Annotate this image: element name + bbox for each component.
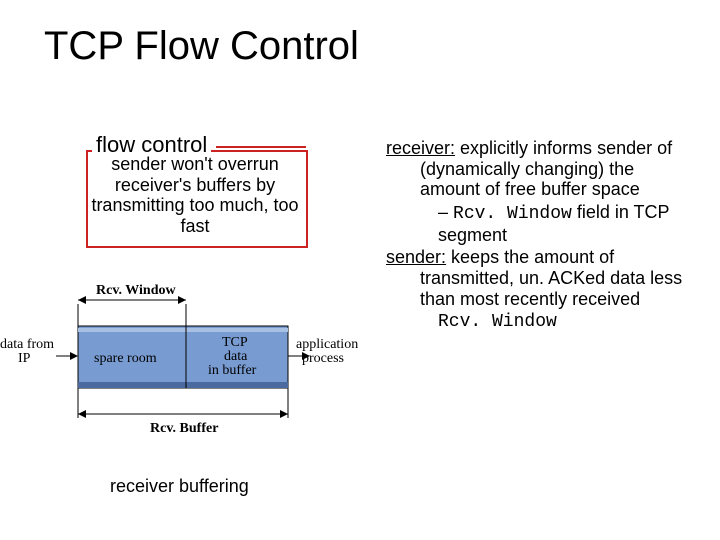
sender-text: keeps the amount of transmitted, un. ACK… — [420, 247, 682, 308]
sender-label: sender: — [386, 247, 446, 267]
sender-code: Rcv. Window — [386, 312, 686, 333]
flow-control-legend-rule — [216, 146, 306, 148]
data-from-ip-2: IP — [18, 351, 31, 366]
receiver-definition: receiver: explicitly informs sender of (… — [386, 138, 686, 200]
data-from-ip-1: data from — [0, 337, 54, 352]
tcp-data-label-3: in buffer — [208, 363, 257, 378]
rcvwindow-field-line: – Rcv. Window field in TCP segment — [386, 202, 686, 245]
figure-caption: receiver buffering — [110, 476, 249, 497]
app-process-2: process — [302, 351, 344, 366]
receiver-text: explicitly informs sender of (dynamicall… — [420, 138, 672, 199]
rcvwindow-label: Rcv. Window — [96, 283, 177, 298]
definitions-column: receiver: explicitly informs sender of (… — [386, 138, 686, 334]
receiver-label: receiver: — [386, 138, 455, 158]
rcvwindow-code: Rcv. Window — [453, 204, 572, 224]
tcp-data-label-2: data — [224, 349, 248, 364]
slide: TCP Flow Control flow control sender won… — [0, 0, 720, 540]
flow-control-body: sender won't overrun receiver's buffers … — [90, 154, 300, 237]
dash-prefix: – — [438, 202, 453, 222]
slide-title: TCP Flow Control — [44, 24, 359, 69]
buffer-figure: Rcv. Window spare room TCP data in buffe… — [0, 278, 360, 458]
app-process-1: application — [296, 337, 358, 352]
tcp-data-label-1: TCP — [222, 335, 248, 350]
spare-room-label: spare room — [94, 351, 157, 366]
sender-definition: sender: keeps the amount of transmitted,… — [386, 247, 686, 309]
rcvbuffer-label: Rcv. Buffer — [150, 421, 218, 436]
